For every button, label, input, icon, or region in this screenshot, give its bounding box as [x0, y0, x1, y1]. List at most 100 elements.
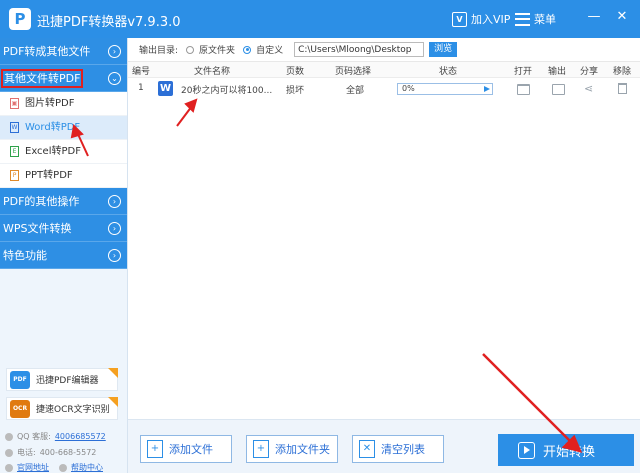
ocr-icon: OCR	[10, 399, 30, 418]
sidebar-item-word-to-pdf[interactable]: W Word转PDF	[0, 116, 127, 140]
play-icon[interactable]	[484, 86, 490, 92]
header-filename: 文件名称	[194, 67, 231, 77]
row-progress-bar: 0%	[397, 83, 493, 95]
footer-links: 官网地址 帮助中心	[5, 462, 103, 473]
row-page-range[interactable]: 全部	[346, 83, 364, 96]
play-icon	[518, 441, 535, 459]
app-title: 迅捷PDF转换器v7.9.3.0	[37, 15, 181, 30]
trash-icon[interactable]	[618, 83, 627, 94]
chevron-right-icon: ›	[108, 249, 121, 262]
header-remove: 移除	[613, 67, 632, 77]
category-label: PDF的其他操作	[3, 195, 80, 208]
row-pages: 损坏	[286, 86, 305, 96]
category-label: 其他文件转PDF	[0, 69, 84, 88]
home-icon	[5, 463, 13, 472]
header-output: 输出	[548, 67, 567, 77]
close-button[interactable]: ✕	[614, 9, 630, 25]
vip-label: 加入VIP	[471, 13, 511, 26]
file-table-header: 编号 文件名称 页数 页码选择 状态 打开 输出 分享 移除	[128, 62, 640, 78]
pdf-editor-icon: PDF	[10, 370, 30, 389]
original-folder-label: 原文件夹	[199, 46, 236, 56]
header-page-range: 页码选择	[335, 67, 372, 77]
clear-list-label: 清空列表	[381, 443, 425, 456]
share-icon[interactable]: ⋖	[584, 83, 597, 94]
chevron-down-icon: ⌄	[108, 72, 121, 85]
export-icon[interactable]	[552, 84, 565, 95]
main-panel: 输出目录: 原文件夹 自定义 浏览 编号 文件名称 页数 页码选择 状态 打开 …	[128, 38, 640, 473]
sidebar-category-pdf-other-ops[interactable]: PDF的其他操作 ›	[0, 188, 127, 215]
clear-list-button[interactable]: ✕ 清空列表	[352, 435, 444, 463]
promo-label: 捷速OCR文字识别	[36, 405, 110, 415]
ribbon-icon	[108, 397, 118, 407]
qq-icon	[5, 432, 13, 441]
chevron-right-icon: ›	[108, 195, 121, 208]
browse-button[interactable]: 浏览	[429, 42, 458, 57]
sidebar-item-label: PPT转PDF	[25, 169, 73, 181]
progress-text: 0%	[402, 84, 415, 93]
output-directory-bar: 输出目录: 原文件夹 自定义 浏览	[128, 38, 640, 62]
output-label: 输出目录:	[139, 46, 179, 56]
sidebar-item-label: 图片转PDF	[25, 97, 75, 109]
category-label: PDF转成其他文件	[3, 45, 91, 58]
header-open: 打开	[514, 67, 533, 77]
output-path-input[interactable]	[294, 42, 425, 57]
start-convert-label: 开始转换	[543, 444, 596, 460]
add-file-icon: +	[147, 440, 163, 458]
header-status: 状态	[439, 67, 458, 77]
phone-icon	[5, 448, 13, 457]
add-folder-label: 添加文件夹	[275, 443, 330, 456]
folder-open-icon[interactable]	[517, 84, 530, 95]
sidebar-item-label: Excel转PDF	[25, 145, 81, 157]
qq-support: QQ 客服: 4006685572	[5, 431, 106, 442]
header-number: 编号	[132, 67, 151, 77]
qq-number-link[interactable]: 4006685572	[55, 432, 106, 441]
row-number: 1	[138, 83, 144, 93]
sidebar-item-excel-to-pdf[interactable]: E Excel转PDF	[0, 140, 127, 164]
vip-icon: V	[452, 11, 467, 27]
sidebar-item-label: Word转PDF	[25, 121, 81, 133]
chevron-right-icon: ›	[108, 222, 121, 235]
sidebar-category-other-to-pdf[interactable]: 其他文件转PDF ⌄	[0, 65, 127, 92]
menu-button[interactable]: 菜单	[515, 9, 556, 29]
promo-ocr[interactable]: OCR 捷速OCR文字识别	[6, 397, 118, 420]
sidebar-category-pdf-to-other[interactable]: PDF转成其他文件 ›	[0, 38, 127, 65]
app-logo: P	[9, 8, 31, 30]
chevron-right-icon: ›	[108, 45, 121, 58]
phone-label: 电话:	[17, 448, 36, 457]
phone-support: 电话: 400-668-5572	[5, 447, 96, 458]
custom-folder-label: 自定义	[256, 46, 284, 56]
radio-original-folder[interactable]	[186, 45, 195, 54]
minimize-button[interactable]: —	[586, 9, 602, 25]
clear-list-icon: ✕	[359, 440, 375, 458]
sidebar-item-ppt-to-pdf[interactable]: P PPT转PDF	[0, 164, 127, 188]
excel-file-icon: E	[10, 146, 19, 157]
bottom-toolbar: + 添加文件 + 添加文件夹 ✕ 清空列表 开始转换	[128, 419, 640, 473]
title-bar: P 迅捷PDF转换器v7.9.3.0 V 加入VIP 菜单 — ✕	[0, 0, 640, 38]
header-share: 分享	[580, 67, 599, 77]
promo-label: 迅捷PDF编辑器	[36, 376, 99, 386]
start-convert-button[interactable]: 开始转换	[498, 434, 634, 466]
ppt-file-icon: P	[10, 170, 19, 181]
promo-pdf-editor[interactable]: PDF 迅捷PDF编辑器	[6, 368, 118, 391]
category-label: WPS文件转换	[3, 222, 72, 235]
add-folder-icon: +	[253, 440, 269, 458]
join-vip-button[interactable]: V 加入VIP	[452, 9, 510, 29]
sidebar-category-special[interactable]: 特色功能 ›	[0, 242, 127, 269]
add-file-button[interactable]: + 添加文件	[140, 435, 232, 463]
qq-label: QQ 客服:	[17, 432, 51, 441]
category-label: 特色功能	[3, 249, 47, 262]
add-folder-button[interactable]: + 添加文件夹	[246, 435, 338, 463]
add-file-label: 添加文件	[169, 443, 213, 456]
help-center-link[interactable]: 帮助中心	[71, 462, 103, 473]
sidebar-item-image-to-pdf[interactable]: ▣ 图片转PDF	[0, 92, 127, 116]
sidebar-category-wps[interactable]: WPS文件转换 ›	[0, 215, 127, 242]
website-link[interactable]: 官网地址	[17, 462, 49, 473]
table-row[interactable]: 1 W 20秒之内可以将100... 损坏 全部 0% ⋖	[128, 78, 640, 100]
image-file-icon: ▣	[10, 98, 19, 109]
word-file-icon: W	[158, 81, 173, 96]
radio-custom-folder[interactable]	[243, 45, 252, 54]
sidebar: PDF转成其他文件 › 其他文件转PDF ⌄ ▣ 图片转PDF W Word转P…	[0, 38, 128, 473]
header-pages: 页数	[286, 67, 305, 77]
hamburger-icon	[515, 12, 530, 26]
phone-number: 400-668-5572	[39, 448, 97, 457]
